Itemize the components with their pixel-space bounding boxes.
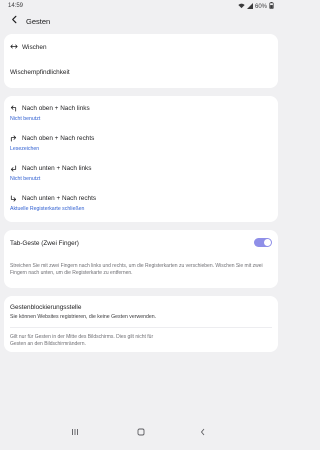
battery-icon xyxy=(269,2,274,11)
swipe-label: Wischen xyxy=(22,44,47,51)
status-time: 14:59 xyxy=(8,3,24,9)
back-arrow-icon[interactable] xyxy=(8,15,20,27)
back-icon[interactable] xyxy=(194,428,212,438)
gesture-down-right-label: Nach unten + Nach rechts xyxy=(22,195,97,202)
tab-gesture-help: Streichen Sie mit zwei Fingern nach link… xyxy=(10,263,263,276)
gesture-up-right-item[interactable]: Nach oben + Nach rechts Lesezeichen xyxy=(4,130,278,160)
gesture-blocklist-card: Gestenblockierungsstelle Sie können Webs… xyxy=(4,296,278,352)
system-nav-bar xyxy=(0,420,282,450)
status-icons: 60% xyxy=(238,2,274,11)
gesture-up-left-label: Nach oben + Nach links xyxy=(22,105,90,112)
swipe-sensitivity-label: Wischempfindlichkeit xyxy=(10,69,70,76)
tab-gesture-label: Tab-Geste (Zwei Finger) xyxy=(10,240,79,247)
wifi-icon xyxy=(238,3,245,11)
toggle-knob xyxy=(264,239,271,246)
gesture-down-right-item[interactable]: Nach unten + Nach rechts Aktuelle Regist… xyxy=(4,190,278,220)
status-bar: 14:59 60% xyxy=(0,0,282,12)
swipe-sensitivity-item[interactable]: Wischempfindlichkeit xyxy=(4,60,278,88)
arrow-down-left-icon xyxy=(10,165,17,175)
gesture-blocklist-item[interactable]: Gestenblockierungsstelle Sie können Webs… xyxy=(4,296,278,324)
gesture-up-right-value: Lesezeichen xyxy=(10,146,40,152)
gesture-down-left-value: Nicht benutzt xyxy=(10,176,41,182)
recent-apps-icon[interactable] xyxy=(66,428,84,438)
swap-horizontal-icon xyxy=(10,43,18,53)
battery-text: 60% xyxy=(254,3,267,10)
gesture-up-left-value: Nicht benutzt xyxy=(10,116,41,122)
tab-gesture-toggle[interactable] xyxy=(254,238,272,247)
app-bar: Gesten xyxy=(0,12,282,34)
gesture-down-left-label: Nach unten + Nach links xyxy=(22,165,92,172)
gesture-down-right-value: Aktuelle Registerkarte schließen xyxy=(10,206,85,212)
arrow-up-right-icon xyxy=(10,135,17,145)
swipe-settings-card: Wischen Wischempfindlichkeit xyxy=(4,34,278,88)
arrow-down-right-icon xyxy=(10,195,17,205)
page-title: Gesten xyxy=(26,17,51,26)
signal-icon xyxy=(246,2,253,11)
gesture-blocklist-label: Gestenblockierungsstelle xyxy=(10,304,82,311)
gesture-down-left-item[interactable]: Nach unten + Nach links Nicht benutzt xyxy=(4,160,278,190)
gesture-up-right-label: Nach oben + Nach rechts xyxy=(22,135,95,142)
arrow-up-left-icon xyxy=(10,105,17,115)
gesture-actions-card: Nach oben + Nach links Nicht benutzt Nac… xyxy=(4,96,278,222)
gesture-note: Gilt nur für Gesten in der Mitte des Bil… xyxy=(10,334,154,347)
tab-gesture-card: Tab-Geste (Zwei Finger) Streichen Sie mi… xyxy=(4,230,278,288)
gesture-up-left-item[interactable]: Nach oben + Nach links Nicht benutzt xyxy=(4,100,278,130)
gesture-blocklist-sub: Sie können Websites registrieren, die ke… xyxy=(10,314,157,320)
divider xyxy=(10,327,272,328)
swipe-item[interactable]: Wischen xyxy=(4,34,278,60)
tab-gesture-item[interactable]: Tab-Geste (Zwei Finger) xyxy=(4,230,278,252)
home-icon[interactable] xyxy=(132,428,150,438)
